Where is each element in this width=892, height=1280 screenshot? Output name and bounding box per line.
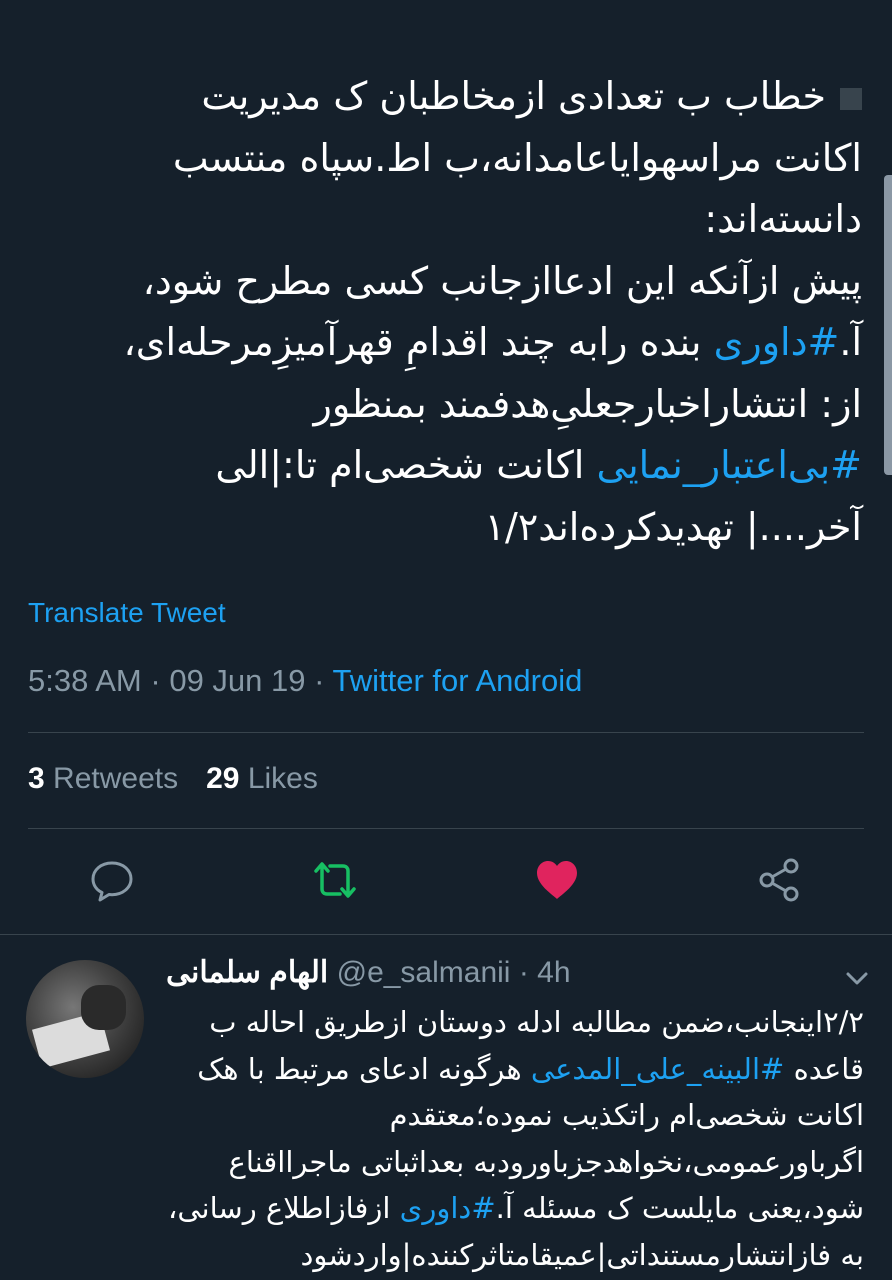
bullet-icon — [840, 87, 862, 110]
tweet-time: 5:38 AM — [28, 663, 142, 698]
divider — [0, 934, 892, 935]
share-button[interactable] — [755, 855, 805, 905]
translate-tweet-link[interactable]: Translate Tweet — [28, 597, 226, 629]
hashtag-link[interactable]: #البینه_علی_المدعی — [531, 1052, 784, 1086]
reply-header: الهام سلمانی @e_salmanii · 4h — [166, 955, 872, 1001]
display-name[interactable]: الهام سلمانی — [166, 956, 328, 989]
tweet-line: از: انتشاراخبارجعلیِ‌هدفمند بمنظور — [313, 381, 862, 426]
tweet-text: خطاب ب تعدادی ازمخاطبان ک مدیریت اکانت م… — [20, 66, 862, 558]
user-handle[interactable]: @e_salmanii — [337, 956, 511, 989]
share-icon — [759, 858, 799, 902]
reply-line: اگرباورعمومی،نخواهدجزباورودبه بعداثباتی … — [228, 1144, 864, 1179]
meta-separator: · — [150, 663, 161, 698]
likes-stat[interactable]: 29 Likes — [206, 762, 318, 795]
retweet-button[interactable] — [310, 855, 360, 905]
tweet-action-bar — [0, 855, 892, 905]
tweet-detail-screen: خطاب ب تعدادی ازمخاطبان ک مدیریت اکانت م… — [0, 0, 892, 1280]
chevron-down-icon[interactable] — [842, 963, 872, 993]
like-button[interactable] — [532, 855, 582, 905]
hashtag-link[interactable]: #بی‌اعتبار_نمایی — [596, 443, 862, 487]
divider — [28, 828, 864, 829]
tweet-line: خطاب ب تعدادی ازمخاطبان ک مدیریت — [20, 66, 862, 128]
engagement-stats: 3 Retweets 29 Likes — [28, 762, 318, 796]
tweet-line: دانسته‌اند: — [704, 197, 862, 241]
reply-text: ۲/۲اینجانب،ضمن مطالبه ادله دوستان ازطریق… — [166, 999, 864, 1278]
tweet-line: آ.#داوری بنده رابه چند اقدامِ قهرآمیزِمر… — [123, 320, 862, 364]
tweet-line: اکانت مراسهوایاعامدانه،ب اط.سپاه منتسب — [172, 135, 862, 180]
tweet-date: 09 Jun 19 — [169, 663, 306, 698]
avatar[interactable] — [26, 960, 144, 1078]
tweet-source-link[interactable]: Twitter for Android — [333, 663, 583, 698]
reply-line: شود،یعنی مایلست ک مسئله آ.#داوری ازفازاط… — [167, 1191, 864, 1225]
hashtag-link[interactable]: #داوری — [400, 1191, 496, 1225]
reply-line: اکانت شخصی‌ام راتکذیب نموده؛معتقدم — [389, 1098, 864, 1132]
scrollbar-thumb[interactable] — [884, 175, 892, 475]
retweet-icon — [314, 862, 356, 898]
reply-time: 4h — [537, 956, 571, 989]
reply-line: ۲/۲اینجانب،ضمن مطالبه ادله دوستان ازطریق… — [209, 1005, 864, 1039]
heart-icon — [537, 861, 577, 899]
tweet-line: آخر....| تهدیدکرده‌اند۱/۲ — [484, 504, 862, 549]
tweet-metadata: 5:38 AM · 09 Jun 19 · Twitter for Androi… — [28, 663, 582, 699]
reply-button[interactable] — [87, 855, 137, 905]
reply-line: به فازانتشارمستنداتی|عمیقامتاثرکننده|وار… — [300, 1237, 864, 1272]
meta-separator: · — [314, 663, 325, 698]
divider — [28, 732, 864, 733]
retweets-stat[interactable]: 3 Retweets — [28, 762, 178, 795]
tweet-line: پیش ازآنکه این ادعاازجانب کسی مطرح شود، — [142, 258, 862, 303]
reply-line: قاعده #البینه_علی_المدعی هرگونه ادعای مر… — [197, 1051, 864, 1086]
tweet-line: #بی‌اعتبار_نمایی اکانت شخصی‌ام تا:|الی — [215, 443, 862, 487]
reply-icon — [91, 861, 133, 902]
hashtag-link[interactable]: #داوری — [714, 320, 840, 364]
meta-separator: · — [518, 956, 529, 989]
